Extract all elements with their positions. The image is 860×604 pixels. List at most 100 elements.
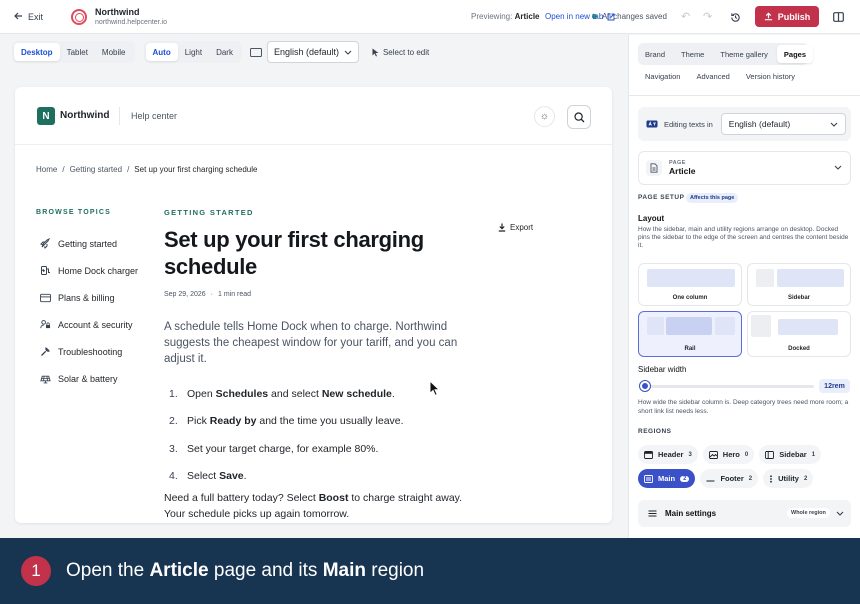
region-name: Header bbox=[658, 450, 684, 459]
device-switcher: Desktop Tablet Mobile bbox=[12, 41, 135, 63]
layout-option-sidebar[interactable]: Sidebar bbox=[747, 263, 851, 306]
topic-getting-started[interactable]: Getting started bbox=[40, 230, 138, 257]
layout-thumbnail bbox=[756, 269, 774, 287]
undo-icon[interactable]: ↶ bbox=[681, 10, 690, 23]
tab-brand[interactable]: Brand bbox=[638, 45, 672, 63]
topic-label: Account & security bbox=[58, 319, 133, 330]
panel-toggle-button[interactable] bbox=[830, 9, 846, 25]
external-link-icon bbox=[607, 13, 615, 20]
device-mobile[interactable]: Mobile bbox=[95, 43, 133, 61]
step-number: 3. bbox=[169, 442, 178, 455]
history-button[interactable] bbox=[726, 9, 744, 25]
editing-texts-label: Editing texts in bbox=[664, 119, 713, 129]
meta-separator: · bbox=[210, 291, 213, 298]
export-button[interactable]: Export bbox=[498, 223, 533, 232]
layout-option-rail[interactable]: Rail bbox=[638, 311, 742, 357]
region-sidebar[interactable]: Sidebar 1 bbox=[759, 445, 822, 464]
editing-language-select[interactable]: English (default) bbox=[720, 113, 846, 135]
tab-navigation[interactable]: Navigation bbox=[638, 67, 687, 85]
theme-dark[interactable]: Dark bbox=[209, 43, 240, 61]
layout-option-label: One column bbox=[672, 295, 708, 301]
sidebar-width-value[interactable]: 12rem bbox=[819, 379, 850, 393]
brand-url: northwind.helpcenter.io bbox=[95, 18, 168, 26]
tab-theme[interactable]: Theme bbox=[674, 45, 711, 63]
translate-icon bbox=[646, 120, 658, 128]
tab-theme-gallery[interactable]: Theme gallery bbox=[713, 45, 775, 63]
topic-list: Getting started Home Dock charger Plans … bbox=[40, 230, 138, 392]
breadcrumb-getting-started[interactable]: Getting started bbox=[70, 165, 122, 174]
breadcrumb: Home / Getting started / Set up your fir… bbox=[36, 165, 257, 174]
solar-icon bbox=[40, 373, 51, 384]
device-tablet[interactable]: Tablet bbox=[60, 43, 95, 61]
region-count: 2 bbox=[803, 475, 808, 482]
brand-logo-icon bbox=[71, 8, 88, 25]
tab-advanced[interactable]: Advanced bbox=[689, 67, 736, 85]
step-text: Select Save. bbox=[187, 470, 247, 483]
layout-option-docked[interactable]: Docked bbox=[747, 311, 851, 357]
header-icon bbox=[644, 450, 653, 459]
search-button[interactable] bbox=[567, 105, 591, 129]
site-logo-icon[interactable]: N bbox=[37, 107, 55, 125]
editing-language-bar: Editing texts in English (default) bbox=[638, 107, 851, 141]
sidebar-width-slider-track[interactable] bbox=[642, 385, 814, 388]
layout-option-label: Sidebar bbox=[787, 295, 810, 301]
page-icon bbox=[646, 160, 662, 176]
topic-home-dock-charger[interactable]: Home Dock charger bbox=[40, 257, 138, 284]
topic-plans-billing[interactable]: Plans & billing bbox=[40, 284, 138, 311]
main-settings-label: Main settings bbox=[665, 509, 717, 518]
article-paragraph: Need a full battery today? Select Boost … bbox=[164, 492, 463, 520]
main-settings-row[interactable]: Main settings Whole region bbox=[638, 500, 851, 527]
theme-light[interactable]: Light bbox=[178, 43, 209, 61]
region-header[interactable]: Header 3 bbox=[638, 445, 698, 464]
exit-button[interactable]: Exit bbox=[14, 12, 43, 22]
region-utility[interactable]: Utility 2 bbox=[763, 469, 814, 488]
top-bar: Exit Northwind northwind.helpcenter.io A… bbox=[0, 0, 860, 34]
theme-toggle-button[interactable]: ☼ bbox=[534, 106, 555, 127]
breadcrumb-home[interactable]: Home bbox=[36, 165, 57, 174]
theme-auto[interactable]: Auto bbox=[145, 43, 178, 61]
tab-version-history[interactable]: Version history bbox=[739, 67, 802, 85]
select-to-edit-button[interactable]: Select to edit bbox=[372, 48, 429, 57]
language-select[interactable]: English (default) bbox=[266, 41, 359, 63]
publish-label: Publish bbox=[777, 11, 811, 22]
topic-troubleshooting[interactable]: Troubleshooting bbox=[40, 338, 138, 365]
page-selector[interactable]: PAGE Article bbox=[638, 151, 851, 185]
region-row: Main 2 Footer 2 Utility 2 bbox=[638, 469, 852, 488]
step-number-badge: 1 bbox=[21, 556, 51, 586]
publish-button[interactable]: Publish bbox=[755, 6, 819, 27]
layout-option-label: Docked bbox=[788, 346, 810, 352]
sidebar-width-slider-handle[interactable] bbox=[640, 381, 651, 391]
site-name[interactable]: Northwind bbox=[60, 110, 109, 121]
region-footer[interactable]: Footer 2 bbox=[700, 469, 759, 488]
topic-label: Troubleshooting bbox=[58, 346, 123, 357]
history-icon bbox=[730, 12, 740, 22]
arrow-left-icon bbox=[14, 12, 23, 22]
redo-icon[interactable]: ↷ bbox=[703, 10, 712, 23]
article-read-time: 1 min read bbox=[218, 291, 252, 298]
menu-lines-icon bbox=[648, 510, 657, 517]
tab-pages[interactable]: Pages bbox=[776, 45, 813, 63]
breadcrumb-separator: / bbox=[62, 165, 65, 174]
panel-layout-icon bbox=[832, 12, 844, 22]
device-desktop[interactable]: Desktop bbox=[14, 43, 60, 61]
step-item: 3. Set your target charge, for example 8… bbox=[169, 435, 404, 463]
layout-option-one-column[interactable]: One column bbox=[638, 263, 742, 306]
topic-label: Solar & battery bbox=[58, 373, 118, 384]
tab-row: Navigation Advanced Version history bbox=[638, 65, 851, 87]
footer-icon bbox=[706, 480, 715, 481]
open-in-new-tab-link[interactable]: Open in new tab bbox=[545, 12, 615, 21]
region-row: Header 3 Hero 0 Sidebar 1 bbox=[638, 445, 852, 464]
topic-solar-battery[interactable]: Solar & battery bbox=[40, 365, 138, 392]
layout-thumbnail bbox=[647, 269, 735, 287]
settings-panel: Brand Theme Theme gallery Pages Navigati… bbox=[628, 35, 860, 538]
topic-account-security[interactable]: Account & security bbox=[40, 311, 138, 338]
layout-option-label: Rail bbox=[684, 346, 696, 352]
step-text: Pick Ready by and the time you usually l… bbox=[187, 415, 404, 428]
region-count: 2 bbox=[680, 475, 690, 482]
topic-label: Home Dock charger bbox=[58, 265, 139, 276]
article-category[interactable]: GETTING STARTED bbox=[164, 208, 254, 217]
region-main[interactable]: Main 2 bbox=[638, 469, 696, 488]
region-hero[interactable]: Hero 0 bbox=[702, 445, 755, 464]
help-center-link[interactable]: Help center bbox=[131, 111, 177, 121]
article-meta: Sep 29, 2026 · 1 min read bbox=[164, 291, 251, 298]
